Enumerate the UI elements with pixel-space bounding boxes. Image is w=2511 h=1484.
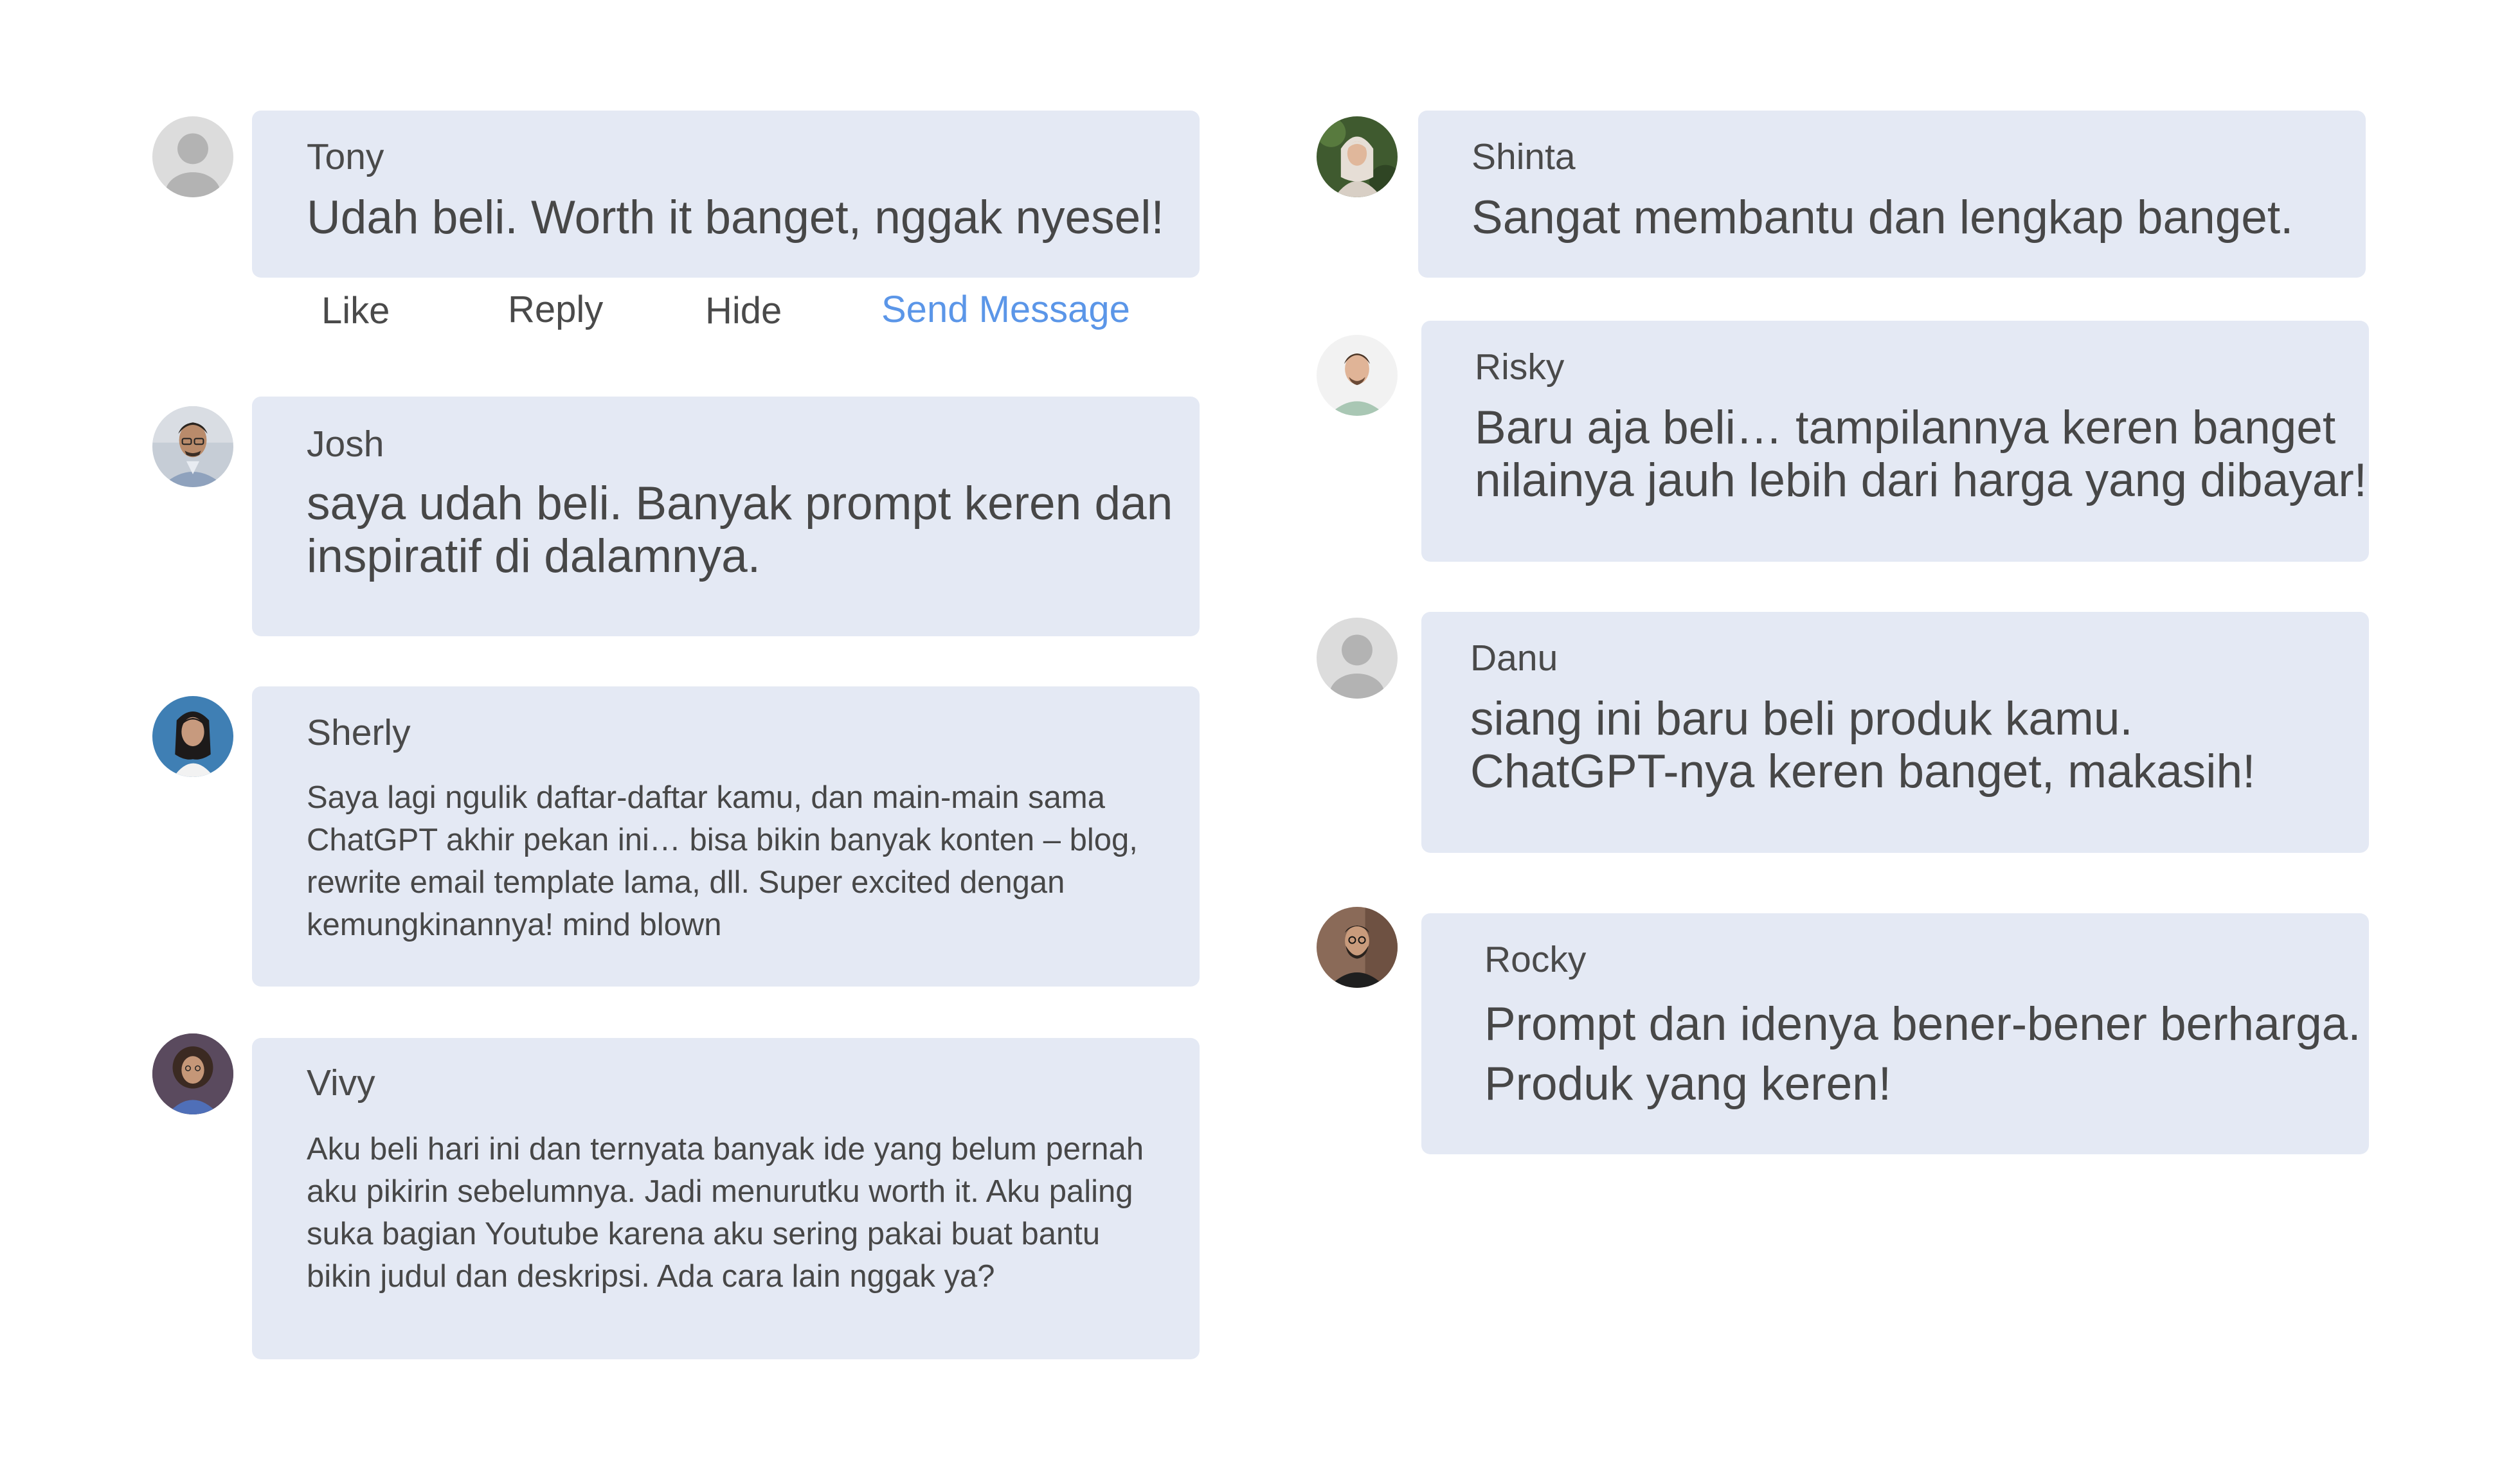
comment-bubble-josh: Josh saya udah beli. Banyak prompt keren… [252,397,1200,636]
woman-curly-hair-photo [152,1033,233,1114]
placeholder-avatar-icon [152,116,233,197]
comment-text: Saya lagi ngulik daftar-daftar kamu, dan… [307,780,1138,942]
comment-author-name[interactable]: Josh [307,426,384,463]
avatar-sherly[interactable] [152,696,233,777]
like-button[interactable]: Like [321,292,390,330]
comment-bubble-shinta: Shinta Sangat membantu dan lengkap bange… [1418,111,2366,278]
placeholder-avatar-icon [1317,618,1398,699]
comment-text: Udah beli. Worth it banget, nggak nyesel… [307,192,1164,244]
hide-button[interactable]: Hide [705,292,782,330]
comment-text: saya udah beli. Banyak prompt keren dan … [307,478,1173,582]
comment-author-name[interactable]: Sherly [307,715,411,751]
comment-text: Aku beli hari ini dan ternyata banyak id… [307,1132,1144,1294]
comment-bubble-rocky: Rocky Prompt dan idenya bener-bener berh… [1421,913,2369,1154]
avatar-risky[interactable] [1317,335,1398,416]
comment-author-name[interactable]: Shinta [1472,139,1576,175]
avatar-danu[interactable] [1317,618,1398,699]
comment-text: Prompt dan idenya bener-bener berharga. … [1484,998,2361,1110]
avatar-tony[interactable] [152,116,233,197]
man-beard-glasses-photo [1317,907,1398,988]
comment-author-name[interactable]: Risky [1475,349,1564,386]
woman-hijab-photo [1317,116,1398,197]
woman-blue-background-photo [152,696,233,777]
send-message-link[interactable]: Send Message [881,291,1130,328]
comment-bubble-sherly: Sherly Saya lagi ngulik daftar-daftar ka… [252,686,1200,987]
man-glasses-photo [152,406,233,487]
comment-author-name[interactable]: Vivy [307,1065,375,1102]
comment-author-name[interactable]: Danu [1470,640,1558,677]
man-green-shirt-photo [1317,335,1398,416]
comment-bubble-tony: Tony Udah beli. Worth it banget, nggak n… [252,111,1200,278]
avatar-rocky[interactable] [1317,907,1398,988]
avatar-vivy[interactable] [152,1033,233,1114]
avatar-josh[interactable] [152,406,233,487]
comment-author-name[interactable]: Rocky [1484,942,1586,978]
comment-text: Baru aja beli… tampilannya keren banget … [1475,402,2367,506]
comment-author-name[interactable]: Tony [307,139,384,175]
comment-text: siang ini baru beli produk kamu. ChatGPT… [1470,693,2256,798]
comment-bubble-vivy: Vivy Aku beli hari ini dan ternyata bany… [252,1038,1200,1359]
comment-bubble-danu: Danu siang ini baru beli produk kamu. Ch… [1421,612,2369,853]
reply-button[interactable]: Reply [508,291,603,328]
avatar-shinta[interactable] [1317,116,1398,197]
comment-bubble-risky: Risky Baru aja beli… tampilannya keren b… [1421,321,2369,562]
comment-text: Sangat membantu dan lengkap banget. [1472,192,2294,244]
